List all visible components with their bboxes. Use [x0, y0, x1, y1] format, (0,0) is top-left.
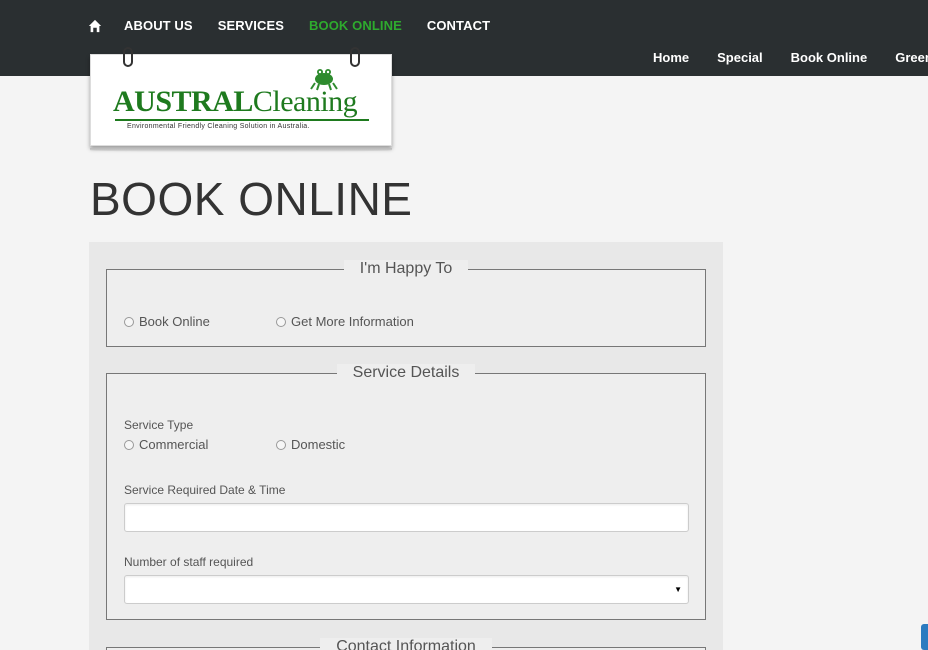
option-domestic-label: Domestic	[291, 437, 346, 452]
option-book-online-label: Book Online	[139, 314, 210, 329]
staff-required-label: Number of staff required	[124, 555, 254, 569]
radio-get-more-information[interactable]	[276, 316, 286, 327]
nav-services[interactable]: SERVICES	[218, 18, 284, 33]
option-domestic[interactable]: Domestic	[276, 437, 345, 452]
service-date-time-input[interactable]	[124, 503, 689, 532]
subnav-green[interactable]: Green	[895, 50, 928, 65]
home-icon[interactable]	[88, 19, 102, 33]
service-details-section: Service Details Service Type Commercial …	[106, 364, 706, 620]
subnav-home[interactable]: Home	[653, 50, 689, 65]
main-navigation: ABOUT US SERVICES BOOK ONLINE CONTACT	[88, 18, 515, 33]
contact-information-section: Contact Information	[106, 638, 706, 650]
option-get-more-information-label: Get More Information	[291, 314, 414, 329]
option-get-more-information[interactable]: Get More Information	[276, 314, 414, 329]
staff-required-select[interactable]: ▼	[124, 575, 689, 604]
logo-tagline: Environmental Friendly Cleaning Solution…	[127, 123, 310, 130]
subnav-special[interactable]: Special	[717, 50, 763, 65]
binder-ring-icon	[350, 47, 360, 67]
radio-commercial[interactable]	[124, 439, 134, 450]
happy-to-section: I'm Happy To Book Online Get More Inform…	[106, 260, 706, 347]
option-book-online[interactable]: Book Online	[124, 314, 210, 329]
nav-contact[interactable]: CONTACT	[427, 18, 490, 33]
booking-form: I'm Happy To Book Online Get More Inform…	[89, 242, 723, 650]
binder-ring-icon	[123, 47, 133, 67]
service-date-time-label: Service Required Date & Time	[124, 483, 286, 497]
logo-brand-bold: AUSTRAL	[113, 85, 253, 118]
nav-book-online[interactable]: BOOK ONLINE	[309, 18, 402, 33]
option-commercial[interactable]: Commercial	[124, 437, 208, 452]
page-title: BOOK ONLINE	[90, 173, 413, 225]
service-details-legend: Service Details	[336, 364, 476, 382]
nav-about-us[interactable]: ABOUT US	[124, 18, 193, 33]
subnav-book-online[interactable]: Book Online	[791, 50, 868, 65]
site-logo[interactable]: AUSTRALCleaning Environmental Friendly C…	[90, 47, 392, 152]
contact-information-legend: Contact Information	[320, 638, 492, 650]
service-type-label: Service Type	[124, 418, 194, 432]
chevron-down-icon: ▼	[674, 585, 682, 594]
radio-domestic[interactable]	[276, 439, 286, 450]
option-commercial-label: Commercial	[139, 437, 209, 452]
side-feedback-tab[interactable]	[921, 624, 928, 650]
logo-wordmark: AUSTRALCleaning	[113, 85, 358, 119]
secondary-navigation: Home Special Book Online Green	[653, 50, 928, 65]
happy-to-legend: I'm Happy To	[343, 260, 469, 278]
logo-brand-light: Cleaning	[252, 85, 358, 118]
radio-book-online[interactable]	[124, 316, 134, 327]
logo-divider	[115, 119, 369, 121]
